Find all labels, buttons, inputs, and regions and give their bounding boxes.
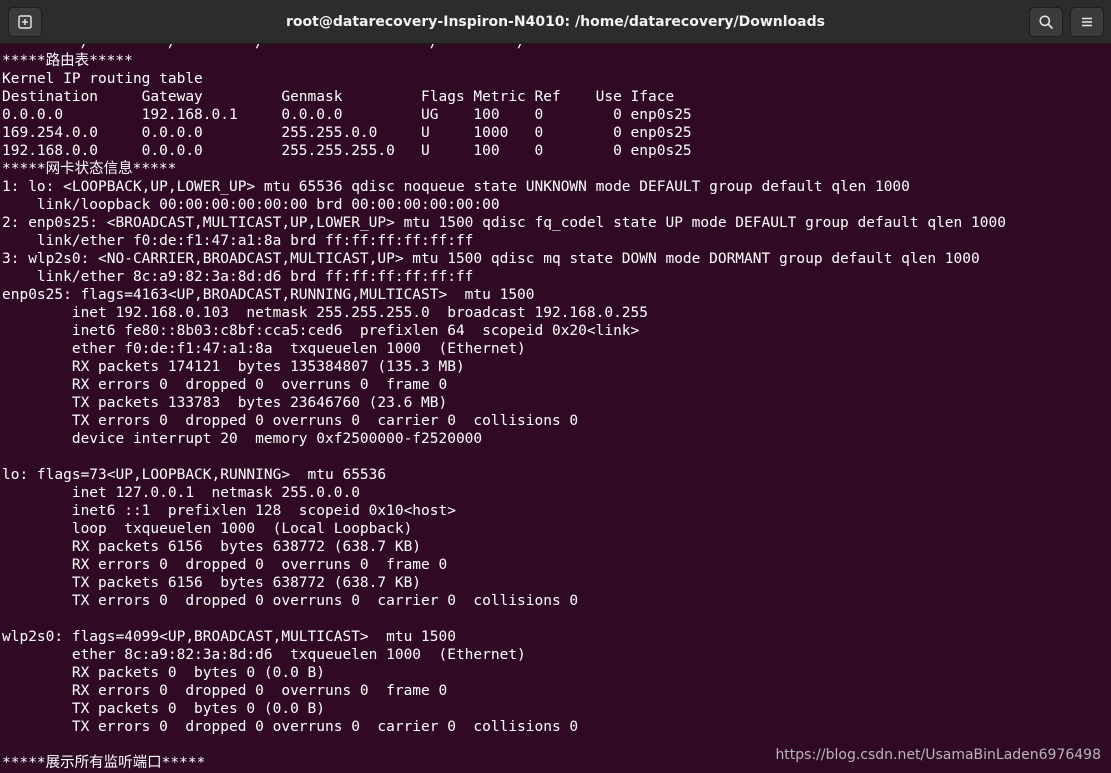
title-bar: root@datarecovery-Inspiron-N4010: /home/… [0, 0, 1111, 44]
search-button[interactable] [1029, 7, 1063, 37]
terminal-line: link/ether f0:de:f1:47:a1:8a brd ff:ff:f… [2, 233, 474, 249]
terminal-lines: / / / / /*****路由表***** Kernel IP routing … [2, 44, 1006, 772]
terminal-line: TX packets 133783 bytes 23646760 (23.6 M… [2, 395, 448, 411]
terminal-line: 192.168.0.0 0.0.0.0 255.255.255.0 U 100 … [2, 143, 692, 159]
new-tab-button[interactable] [8, 7, 42, 37]
terminal-line: inet 192.168.0.103 netmask 255.255.255.0… [2, 305, 649, 321]
terminal-line: TX errors 0 dropped 0 overruns 0 carrier… [2, 719, 579, 735]
terminal-line: Destination Gateway Genmask Flags Metric… [2, 89, 675, 105]
terminal-line: *****路由表***** [2, 53, 133, 69]
terminal-line: 2: enp0s25: <BROADCAST,MULTICAST,UP,LOWE… [2, 215, 1006, 231]
search-icon [1038, 14, 1054, 30]
terminal-output[interactable]: / / / / /*****路由表***** Kernel IP routing … [0, 44, 1111, 773]
terminal-line: / / / / / [2, 44, 1006, 52]
terminal-line: Kernel IP routing table [2, 71, 203, 87]
terminal-line: 1: lo: <LOOPBACK,UP,LOWER_UP> mtu 65536 … [2, 179, 910, 195]
terminal-line: loop txqueuelen 1000 (Local Loopback) [2, 521, 413, 537]
hamburger-menu-icon [1079, 14, 1095, 30]
window-title: root@datarecovery-Inspiron-N4010: /home/… [286, 14, 825, 30]
terminal-line: RX errors 0 dropped 0 overruns 0 frame 0 [2, 557, 448, 573]
watermark-url: https://blog.csdn.net/UsamaBinLaden69764… [775, 747, 1101, 763]
terminal-line: link/ether 8c:a9:82:3a:8d:d6 brd ff:ff:f… [2, 269, 474, 285]
terminal-line: ether f0:de:f1:47:a1:8a txqueuelen 1000 … [2, 341, 526, 357]
terminal-line: lo: flags=73<UP,LOOPBACK,RUNNING> mtu 65… [2, 467, 387, 483]
new-tab-icon [17, 14, 33, 30]
terminal-line: inet6 fe80::8b03:c8bf:cca5:ced6 prefixle… [2, 323, 640, 339]
terminal-line: RX errors 0 dropped 0 overruns 0 frame 0 [2, 683, 448, 699]
terminal-line: RX packets 174121 bytes 135384807 (135.3… [2, 359, 465, 375]
terminal-line: inet 127.0.0.1 netmask 255.0.0.0 [2, 485, 360, 501]
terminal-line: RX packets 6156 bytes 638772 (638.7 KB) [2, 539, 422, 555]
terminal-line: TX packets 6156 bytes 638772 (638.7 KB) [2, 575, 422, 591]
terminal-line: device interrupt 20 memory 0xf2500000-f2… [2, 431, 483, 447]
terminal-line: wlp2s0: flags=4099<UP,BROADCAST,MULTICAS… [2, 629, 456, 645]
terminal-line: link/loopback 00:00:00:00:00:00 brd 00:0… [2, 197, 500, 213]
menu-button[interactable] [1070, 7, 1104, 37]
terminal-line: RX errors 0 dropped 0 overruns 0 frame 0 [2, 377, 448, 393]
terminal-line: ether 8c:a9:82:3a:8d:d6 txqueuelen 1000 … [2, 647, 526, 663]
terminal-line: TX errors 0 dropped 0 overruns 0 carrier… [2, 593, 579, 609]
terminal-line: 3: wlp2s0: <NO-CARRIER,BROADCAST,MULTICA… [2, 251, 980, 267]
terminal-line: RX packets 0 bytes 0 (0.0 B) [2, 665, 326, 681]
terminal-line: 169.254.0.0 0.0.0.0 255.255.0.0 U 1000 0… [2, 125, 692, 141]
terminal-line: enp0s25: flags=4163<UP,BROADCAST,RUNNING… [2, 287, 535, 303]
terminal-line: *****网卡状态信息***** [2, 161, 177, 177]
terminal-line: TX errors 0 dropped 0 overruns 0 carrier… [2, 413, 579, 429]
terminal-window: root@datarecovery-Inspiron-N4010: /home/… [0, 0, 1111, 773]
terminal-line: inet6 ::1 prefixlen 128 scopeid 0x10<hos… [2, 503, 456, 519]
terminal-line: TX packets 0 bytes 0 (0.0 B) [2, 701, 326, 717]
terminal-line: 0.0.0.0 192.168.0.1 0.0.0.0 UG 100 0 0 e… [2, 107, 692, 123]
